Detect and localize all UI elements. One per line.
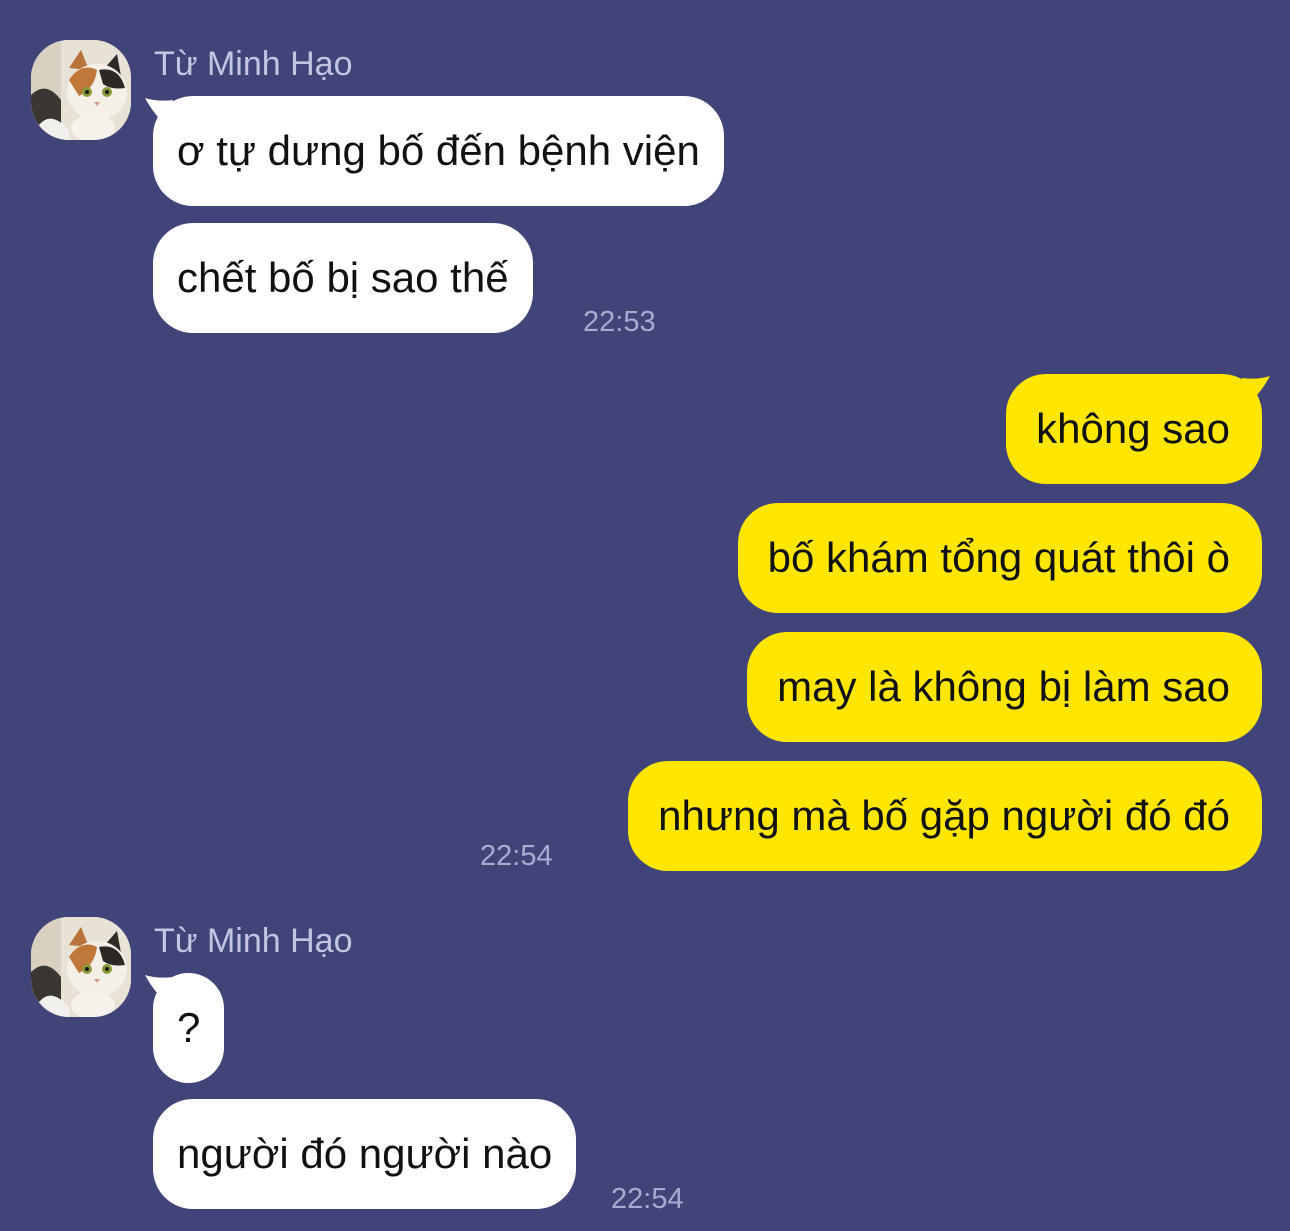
message-bubble[interactable]: bố khám tổng quát thôi ò: [737, 503, 1262, 613]
message-timestamp: 22:54: [611, 1183, 684, 1215]
sender-name: Từ Minh Hạo: [154, 45, 353, 83]
sender-name: Từ Minh Hạo: [154, 922, 353, 960]
message-bubble[interactable]: may là không bị làm sao: [747, 632, 1262, 742]
calico-cat-avatar-icon: [31, 917, 131, 1017]
message-bubble[interactable]: ?: [153, 973, 225, 1083]
sender-avatar[interactable]: [31, 40, 131, 140]
message-bubble[interactable]: nhưng mà bố gặp người đó đó: [628, 761, 1262, 871]
calico-cat-avatar-icon: [31, 40, 131, 140]
message-bubble[interactable]: chết bố bị sao thế: [153, 223, 533, 333]
sender-avatar[interactable]: [31, 917, 131, 1017]
message-bubble[interactable]: không sao: [1006, 374, 1262, 484]
message-timestamp: 22:54: [480, 840, 553, 872]
message-timestamp: 22:53: [583, 306, 656, 338]
message-bubble[interactable]: người đó người nào: [153, 1099, 577, 1209]
message-bubble[interactable]: ơ tự dưng bố đến bệnh viện: [153, 96, 724, 206]
